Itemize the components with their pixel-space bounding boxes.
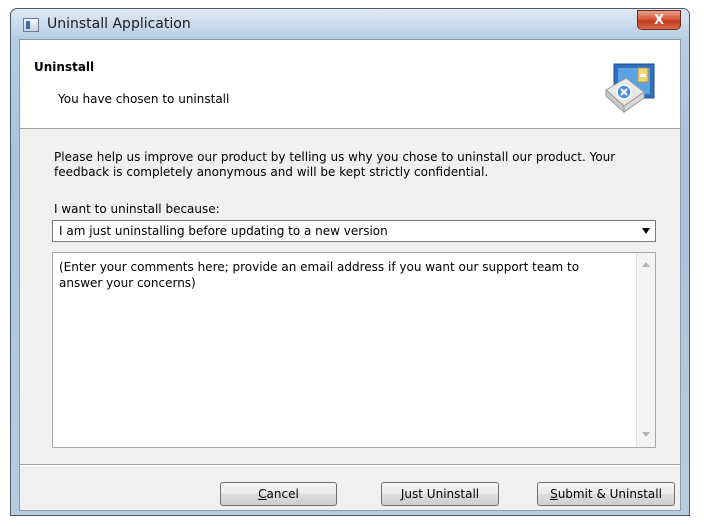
reason-selected-value: I am just uninstalling before updating t…: [59, 224, 388, 238]
cancel-label: ancel: [266, 487, 299, 501]
cancel-accel: C: [258, 487, 267, 501]
cancel-button[interactable]: Cancel: [220, 482, 337, 506]
scroll-down-icon[interactable]: [642, 432, 650, 437]
reason-label: I want to uninstall because:: [54, 202, 220, 216]
dialog-client-area: Uninstall You have chosen to uninstall P…: [19, 39, 681, 511]
header-subtitle: You have chosen to uninstall: [58, 92, 230, 106]
chevron-down-icon: [642, 228, 650, 234]
comments-scrollbar[interactable]: [636, 253, 655, 447]
close-icon: X: [653, 13, 665, 28]
title-bar[interactable]: Uninstall Application X: [11, 9, 689, 39]
intro-text: Please help us improve our product by te…: [54, 150, 616, 179]
dialog-header: Uninstall You have chosen to uninstall: [20, 40, 680, 129]
reason-dropdown[interactable]: I am just uninstalling before updating t…: [52, 220, 656, 242]
dialog-window: Uninstall Application X Uninstall You ha…: [10, 8, 690, 516]
submit-uninstall-label: ubmit & Uninstall: [557, 487, 662, 501]
just-uninstall-button[interactable]: Just Uninstall: [381, 482, 499, 506]
window-title: Uninstall Application: [47, 16, 191, 32]
uninstall-box-icon: [605, 63, 655, 114]
submit-uninstall-accel: S: [550, 487, 558, 501]
comments-placeholder: (Enter your comments here; provide an em…: [59, 260, 580, 290]
footer-divider: [20, 464, 680, 466]
header-title: Uninstall: [34, 60, 95, 74]
submit-uninstall-button[interactable]: Submit & Uninstall: [537, 482, 675, 506]
just-uninstall-label: ust Uninstall: [404, 487, 480, 501]
window-app-icon: [23, 18, 39, 32]
scroll-up-icon[interactable]: [642, 262, 650, 267]
comments-textarea[interactable]: (Enter your comments here; provide an em…: [52, 252, 656, 448]
close-button[interactable]: X: [637, 10, 681, 30]
